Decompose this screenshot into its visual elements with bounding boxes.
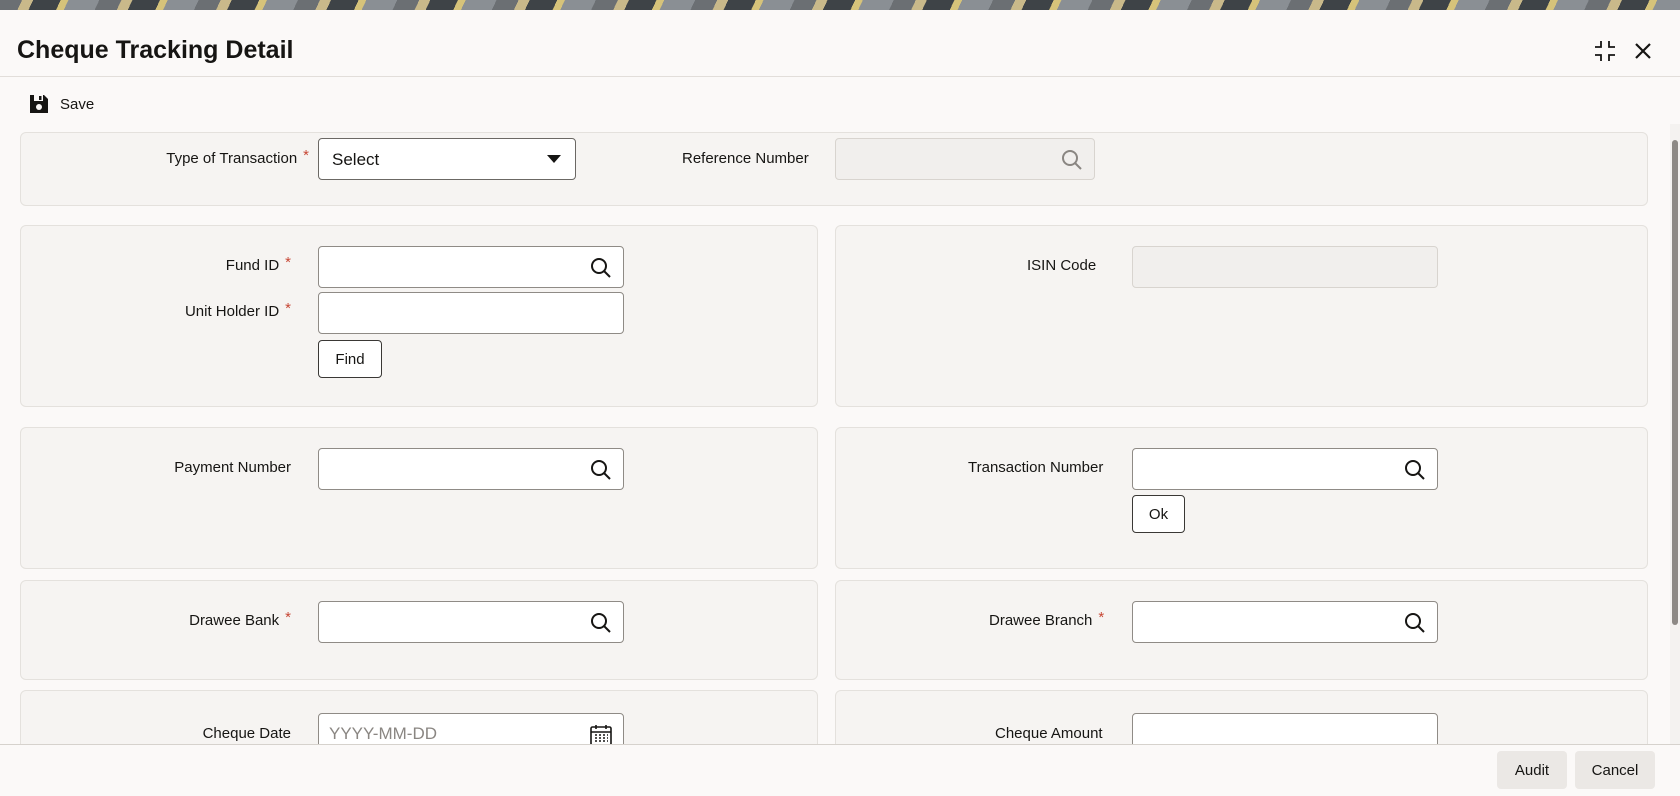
vertical-scrollbar[interactable] <box>1670 124 1680 744</box>
header-banner <box>0 0 1680 10</box>
unit-holder-id-text: Unit Holder ID <box>184 303 280 320</box>
drawee-bank-label: Drawee Bank * <box>189 609 291 629</box>
unit-holder-id-label: Unit Holder ID * <box>184 300 291 320</box>
save-button[interactable]: Save <box>28 90 94 118</box>
fund-panel: Fund ID * Unit Holder ID * Find <box>20 225 818 407</box>
ok-button[interactable]: Ok <box>1132 495 1185 533</box>
cheque-amount-field[interactable] <box>1132 713 1438 744</box>
required-marker: * <box>285 609 291 626</box>
save-label: Save <box>60 95 95 113</box>
required-marker: * <box>1098 609 1105 626</box>
transaction-number-label: Transaction Number <box>968 459 1104 476</box>
drawee-branch-text: Drawee Branch <box>989 612 1093 629</box>
unit-holder-id-field[interactable] <box>318 292 624 334</box>
reference-number-input[interactable] <box>836 139 1044 179</box>
fund-id-text: Fund ID <box>225 257 280 274</box>
audit-button[interactable]: Audit <box>1497 751 1567 789</box>
type-of-transaction-select[interactable]: Select <box>318 138 576 180</box>
required-marker: * <box>303 147 309 164</box>
required-marker: * <box>285 254 291 271</box>
footer-bar: Audit Cancel <box>0 744 1680 796</box>
app-window: Cheque Tracking Detail Save Type of Tran… <box>0 0 1680 796</box>
cheque-amount-input[interactable] <box>1133 714 1437 744</box>
search-icon[interactable] <box>1403 458 1427 482</box>
transaction-number-field[interactable] <box>1132 448 1438 490</box>
payment-number-label: Payment Number <box>174 459 291 476</box>
drawee-bank-input[interactable] <box>319 602 573 642</box>
search-icon[interactable] <box>589 458 613 482</box>
drawee-branch-panel: Drawee Branch * <box>835 580 1648 680</box>
drawee-bank-field[interactable] <box>318 601 624 643</box>
chevron-down-icon <box>547 155 561 163</box>
cheque-date-label: Cheque Date <box>202 725 291 742</box>
cheque-date-input[interactable] <box>319 714 573 744</box>
required-marker: * <box>285 300 291 317</box>
drawee-branch-field[interactable] <box>1132 601 1438 643</box>
fund-id-label: Fund ID * <box>225 254 291 274</box>
isin-code-input[interactable] <box>1133 247 1437 287</box>
window-header: Cheque Tracking Detail <box>0 10 1680 77</box>
fund-id-input[interactable] <box>319 247 573 287</box>
reference-number-label: Reference Number <box>682 150 809 167</box>
transaction-number-input[interactable] <box>1133 449 1387 489</box>
type-of-transaction-value: Select <box>332 150 380 169</box>
form-content: Type of Transaction * Select Reference Nu… <box>0 124 1668 744</box>
calendar-icon[interactable] <box>589 723 613 744</box>
type-of-transaction-label: Type of Transaction * <box>166 147 309 167</box>
cheque-amount-panel: Cheque Amount <box>835 690 1648 744</box>
fund-id-field[interactable] <box>318 246 624 288</box>
toolbar: Save <box>0 86 1680 122</box>
isin-code-field[interactable] <box>1132 246 1438 288</box>
cancel-button[interactable]: Cancel <box>1575 751 1655 789</box>
cheque-date-panel: Cheque Date <box>20 690 818 744</box>
minimize-icon[interactable] <box>1592 38 1618 64</box>
transaction-panel: Type of Transaction * Select Reference Nu… <box>20 132 1648 206</box>
isin-code-label: ISIN Code <box>1027 257 1097 274</box>
payment-number-field[interactable] <box>318 448 624 490</box>
search-icon[interactable] <box>1060 148 1084 172</box>
search-icon[interactable] <box>1403 611 1427 635</box>
payment-panel: Payment Number <box>20 427 818 569</box>
search-icon[interactable] <box>589 611 613 635</box>
scrollbar-thumb[interactable] <box>1672 140 1678 625</box>
type-of-transaction-text: Type of Transaction <box>166 150 298 167</box>
reference-number-field[interactable] <box>835 138 1095 180</box>
find-button[interactable]: Find <box>318 340 382 378</box>
drawee-branch-label: Drawee Branch * <box>989 609 1105 629</box>
page-title: Cheque Tracking Detail <box>17 36 294 64</box>
drawee-branch-input[interactable] <box>1133 602 1387 642</box>
search-icon[interactable] <box>589 256 613 280</box>
drawee-bank-text: Drawee Bank <box>189 612 280 629</box>
unit-holder-id-input[interactable] <box>319 293 623 333</box>
save-icon <box>30 95 48 113</box>
payment-number-input[interactable] <box>319 449 573 489</box>
drawee-bank-panel: Drawee Bank * <box>20 580 818 680</box>
cheque-date-field[interactable] <box>318 713 624 744</box>
transaction-number-panel: Transaction Number Ok <box>835 427 1648 569</box>
cheque-amount-label: Cheque Amount <box>995 725 1103 742</box>
close-icon[interactable] <box>1630 38 1656 64</box>
isin-panel: ISIN Code <box>835 225 1648 407</box>
